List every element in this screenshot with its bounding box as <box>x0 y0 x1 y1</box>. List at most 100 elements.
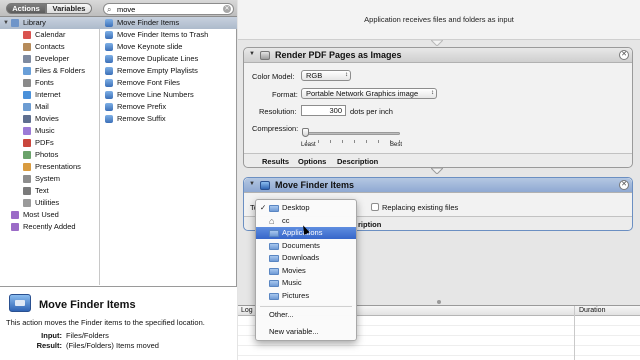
category-text[interactable]: Text <box>0 185 100 197</box>
clear-search-icon[interactable]: ✕ <box>223 5 231 13</box>
color-model-popup[interactable]: RGB ↕ <box>301 70 351 81</box>
category-label: Utilities <box>35 198 60 207</box>
category-music[interactable]: Music <box>0 125 100 137</box>
action-item-move-keynote-slide[interactable]: Move Keynote slide <box>100 41 237 53</box>
format-label: Format: <box>272 90 298 99</box>
action-item-remove-font-files[interactable]: Remove Font Files <box>100 77 237 89</box>
duration-column-header[interactable]: Duration <box>579 307 605 314</box>
category-label: Presentations <box>35 162 81 171</box>
menu-item-movies[interactable]: Movies <box>256 265 356 277</box>
action-item-remove-empty-playlists[interactable]: Remove Empty Playlists <box>100 65 237 77</box>
menu-item-desktop[interactable]: ✓ Desktop <box>256 202 356 214</box>
category-label: PDFs <box>35 138 54 147</box>
folder-icon <box>269 255 279 262</box>
resolution-field[interactable]: 300 <box>301 105 346 116</box>
split-handle[interactable] <box>437 300 441 304</box>
result-value: (Files/Folders) Items moved <box>66 341 159 350</box>
disclosure-triangle-icon[interactable]: ▼ <box>249 181 255 187</box>
close-icon[interactable]: ✕ <box>619 180 629 190</box>
menu-item-music[interactable]: Music <box>256 277 356 289</box>
slider-tick <box>342 140 343 143</box>
category-fonts[interactable]: Fonts <box>0 77 100 89</box>
category-label: Developer <box>35 54 70 63</box>
log-row <box>238 346 640 356</box>
category-photos[interactable]: Photos <box>0 149 100 161</box>
replacing-checkbox[interactable] <box>371 203 379 211</box>
category-label: Internet <box>35 90 61 99</box>
category-movies[interactable]: Movies <box>0 113 100 125</box>
description-tab[interactable]: Description <box>337 157 378 166</box>
render-pdf-action[interactable]: ▼ Render PDF Pages as Images ✕ Color Mod… <box>243 47 633 168</box>
finder-icon <box>9 294 31 312</box>
search-field[interactable]: ⌕ ✕ <box>103 3 234 15</box>
variables-tab[interactable]: Variables <box>46 3 92 14</box>
menu-item-label: Pictures <box>282 291 310 300</box>
menu-item-label: Other... <box>269 310 294 319</box>
category-presentations[interactable]: Presentations <box>0 161 100 173</box>
finder-icon <box>105 19 113 27</box>
menu-item-new-variable[interactable]: New variable... <box>256 326 356 338</box>
library-toolbar: Actions Variables ⌕ ✕ <box>0 0 237 17</box>
close-icon[interactable]: ✕ <box>619 50 629 60</box>
category-calendar[interactable]: Calendar <box>0 29 100 41</box>
action-item-move-to-trash[interactable]: Move Finder Items to Trash <box>100 29 237 41</box>
category-label: Most Used <box>23 210 59 219</box>
compression-slider-track[interactable] <box>305 132 400 135</box>
presentations-icon <box>23 163 31 171</box>
menu-item-label: cc <box>282 216 290 225</box>
movies-icon <box>23 115 31 123</box>
automator-icon <box>105 55 113 63</box>
category-library[interactable]: ▼ Library <box>0 17 100 29</box>
action-item-remove-line-numbers[interactable]: Remove Line Numbers <box>100 89 237 101</box>
folder-icon <box>269 280 279 287</box>
category-label: System <box>35 174 61 183</box>
category-most-used[interactable]: Most Used <box>0 209 100 221</box>
slider-tick <box>366 140 367 143</box>
options-tab[interactable]: Options <box>298 157 326 166</box>
log-column-header[interactable]: Log <box>241 307 253 314</box>
action-item-remove-duplicate-lines[interactable]: Remove Duplicate Lines <box>100 53 237 65</box>
compression-slider-knob[interactable] <box>302 128 309 137</box>
format-popup[interactable]: Portable Network Graphics image ↕ <box>301 88 437 99</box>
category-developer[interactable]: Developer <box>0 53 100 65</box>
action-footer-tabs: Results Options Description <box>244 153 632 167</box>
category-utilities[interactable]: Utilities <box>0 197 100 209</box>
finder-icon <box>260 181 270 190</box>
action-item-remove-suffix[interactable]: Remove Suffix <box>100 113 237 125</box>
category-contacts[interactable]: Contacts <box>0 41 100 53</box>
actions-tab[interactable]: Actions <box>6 3 46 14</box>
menu-item-other[interactable]: Other... <box>256 309 356 321</box>
keynote-icon <box>105 43 113 51</box>
search-input[interactable] <box>117 4 217 14</box>
category-files-folders[interactable]: Files & Folders <box>0 65 100 77</box>
resolution-unit: dots per inch <box>350 107 393 116</box>
checkmark-icon: ✓ <box>260 203 267 212</box>
menu-item-downloads[interactable]: Downloads <box>256 252 356 264</box>
contacts-icon <box>23 43 31 51</box>
results-tab[interactable]: Results <box>262 157 289 166</box>
action-item-label: Remove Suffix <box>117 114 166 123</box>
action-header[interactable]: ▼ Move Finder Items ✕ <box>244 178 632 193</box>
fonts-icon <box>23 79 31 87</box>
slider-tick <box>330 140 331 143</box>
description-text: This action moves the Finder items to th… <box>6 318 205 327</box>
menu-item-pictures[interactable]: Pictures <box>256 290 356 302</box>
action-item-remove-prefix[interactable]: Remove Prefix <box>100 101 237 113</box>
category-internet[interactable]: Internet <box>0 89 100 101</box>
menu-item-documents[interactable]: Documents <box>256 240 356 252</box>
automator-icon <box>105 103 113 111</box>
category-recently-added[interactable]: Recently Added <box>0 221 100 233</box>
smart-folder-icon <box>11 223 19 231</box>
description-tab[interactable]: ription <box>358 220 381 229</box>
category-system[interactable]: System <box>0 173 100 185</box>
disclosure-triangle-icon[interactable]: ▼ <box>3 17 9 29</box>
description-pane: Move Finder Items This action moves the … <box>0 286 237 360</box>
home-icon: ⌂ <box>269 216 275 226</box>
category-mail[interactable]: Mail <box>0 101 100 113</box>
action-header[interactable]: ▼ Render PDF Pages as Images ✕ <box>244 48 632 63</box>
category-label: Library <box>23 18 46 27</box>
category-label: Music <box>35 126 55 135</box>
category-pdfs[interactable]: PDFs <box>0 137 100 149</box>
action-item-move-finder-items[interactable]: Move Finder Items <box>100 17 237 29</box>
disclosure-triangle-icon[interactable]: ▼ <box>249 51 255 57</box>
